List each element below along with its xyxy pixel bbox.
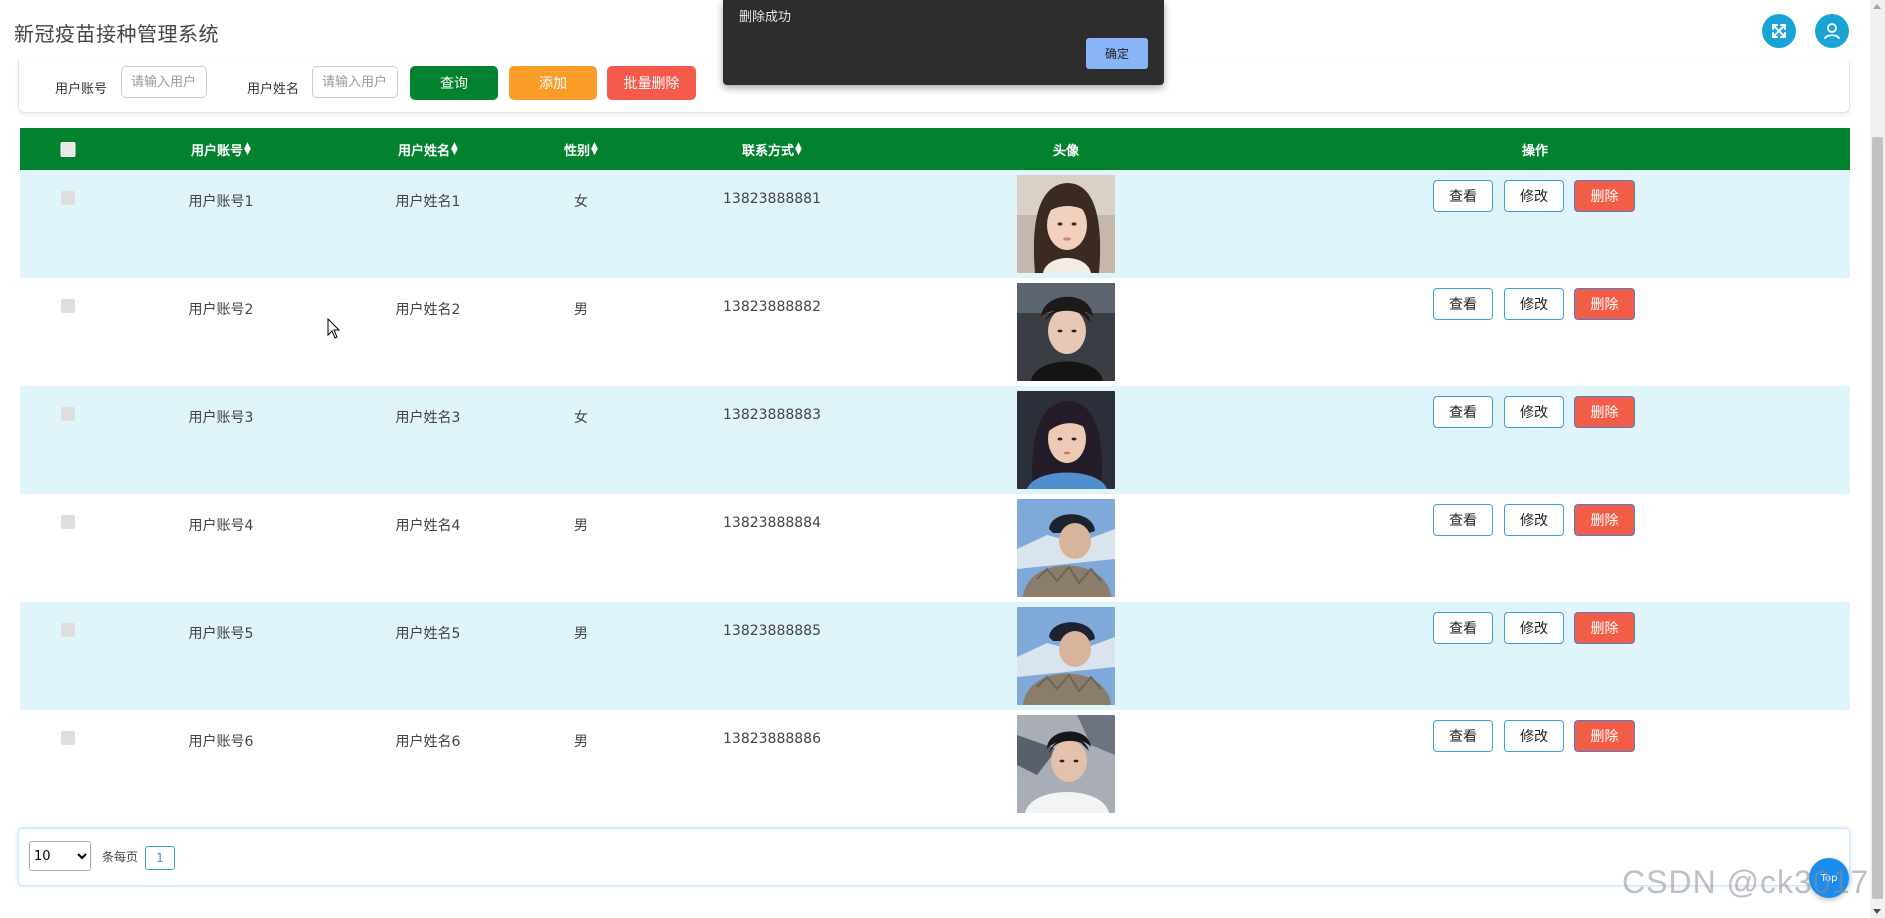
column-header-name[interactable]: 用户姓名 ▲ ▼ — [398, 128, 458, 170]
column-header-phone[interactable]: 联系方式 ▲ ▼ — [742, 128, 802, 170]
edit-button[interactable]: 修改 — [1504, 180, 1564, 212]
user-icon[interactable] — [1815, 14, 1849, 48]
delete-button[interactable]: 删除 — [1574, 720, 1635, 752]
delete-button[interactable]: 删除 — [1574, 288, 1635, 320]
scrollbar-thumb[interactable] — [1872, 137, 1883, 899]
pagination-bar: 10 条每页 1 — [18, 828, 1850, 886]
phone-cell: 13823888882 — [723, 299, 821, 315]
view-button[interactable]: 查看 — [1433, 612, 1493, 644]
avatar — [1017, 499, 1115, 597]
sort-arrows-icon: ▲ ▼ — [795, 141, 802, 157]
column-header-account[interactable]: 用户账号 ▲ ▼ — [191, 128, 251, 170]
avatar — [1017, 715, 1115, 813]
view-button[interactable]: 查看 — [1433, 396, 1493, 428]
table-row: 用户账号2 用户姓名2 男 13823888882 查看 修改 删除 — [20, 278, 1850, 386]
table-row: 用户账号3 用户姓名3 女 13823888883 查看 修改 删除 — [20, 386, 1850, 494]
gender-cell: 男 — [574, 626, 588, 642]
account-search-input[interactable] — [121, 66, 207, 98]
table-row: 用户账号6 用户姓名6 男 13823888886 查看 修改 删除 — [20, 710, 1850, 818]
delete-button[interactable]: 删除 — [1574, 180, 1635, 212]
avatar — [1017, 175, 1115, 273]
edit-button[interactable]: 修改 — [1504, 720, 1564, 752]
avatar — [1017, 283, 1115, 381]
phone-cell: 13823888885 — [723, 623, 821, 639]
view-button[interactable]: 查看 — [1433, 288, 1493, 320]
phone-cell: 13823888886 — [723, 731, 821, 747]
row-checkbox[interactable] — [61, 623, 75, 637]
query-button[interactable]: 查询 — [410, 66, 498, 100]
sort-arrows-icon: ▲ ▼ — [591, 141, 598, 157]
gender-cell: 男 — [574, 518, 588, 534]
table-row: 用户账号1 用户姓名1 女 13823888881 查看 修改 删除 — [20, 170, 1850, 278]
delete-button[interactable]: 删除 — [1574, 504, 1635, 536]
per-page-label: 条每页 — [102, 850, 139, 864]
gender-cell: 女 — [574, 410, 588, 426]
column-header-actions: 操作 — [1521, 143, 1549, 159]
avatar — [1017, 391, 1115, 489]
phone-cell: 13823888884 — [723, 515, 821, 531]
name-cell: 用户姓名5 — [395, 626, 461, 642]
sort-arrows-icon: ▲ ▼ — [451, 141, 458, 157]
name-cell: 用户姓名1 — [395, 194, 461, 210]
name-label: 用户姓名 — [247, 82, 300, 97]
account-cell: 用户账号4 — [188, 518, 254, 534]
fullscreen-icon[interactable] — [1762, 14, 1796, 48]
row-checkbox[interactable] — [61, 407, 75, 421]
page-size-select[interactable]: 10 — [29, 841, 91, 871]
row-checkbox[interactable] — [61, 299, 75, 313]
name-cell: 用户姓名3 — [395, 410, 461, 426]
app-title: 新冠疫苗接种管理系统 — [14, 22, 219, 46]
watermark: CSDN @ck3017 — [1622, 864, 1870, 900]
view-button[interactable]: 查看 — [1433, 504, 1493, 536]
gender-cell: 男 — [574, 734, 588, 750]
scroll-up-arrow-icon[interactable] — [1873, 4, 1881, 9]
phone-cell: 13823888883 — [723, 407, 821, 423]
select-all-checkbox[interactable] — [60, 142, 76, 157]
dialog-message: 删除成功 — [739, 10, 792, 25]
add-button[interactable]: 添加 — [509, 66, 597, 100]
account-cell: 用户账号5 — [188, 626, 254, 642]
delete-button[interactable]: 删除 — [1574, 612, 1635, 644]
delete-button[interactable]: 删除 — [1574, 396, 1635, 428]
edit-button[interactable]: 修改 — [1504, 504, 1564, 536]
account-label: 用户账号 — [55, 82, 108, 97]
phone-cell: 13823888881 — [723, 191, 821, 207]
edit-button[interactable]: 修改 — [1504, 288, 1564, 320]
page-container: 新冠疫苗接种管理系统 用户账号 用户姓名 查询 添加 批量删 — [0, 0, 1870, 918]
avatar — [1017, 607, 1115, 705]
table-body: 用户账号1 用户姓名1 女 13823888881 查看 修改 删除 用户账号2… — [20, 170, 1850, 818]
sort-arrows-icon: ▲ ▼ — [244, 141, 251, 157]
batch-delete-button[interactable]: 批量删除 — [607, 66, 696, 100]
row-checkbox[interactable] — [61, 191, 75, 205]
gender-cell: 女 — [574, 194, 588, 210]
user-table: 用户账号 ▲ ▼ 用户姓名 ▲ ▼ 性别 ▲ ▼ 联系方式 ▲ ▼ 头像 操作 用户账号1 用户… — [20, 128, 1850, 818]
column-header-avatar: 头像 — [1052, 143, 1080, 159]
account-cell: 用户账号2 — [188, 302, 254, 318]
name-cell: 用户姓名2 — [395, 302, 461, 318]
account-cell: 用户账号1 — [188, 194, 254, 210]
table-row: 用户账号4 用户姓名4 男 13823888884 查看 修改 删除 — [20, 494, 1850, 602]
table-row: 用户账号5 用户姓名5 男 13823888885 查看 修改 删除 — [20, 602, 1850, 710]
edit-button[interactable]: 修改 — [1504, 612, 1564, 644]
name-cell: 用户姓名4 — [395, 518, 461, 534]
page-number-button[interactable]: 1 — [145, 846, 175, 870]
table-header: 用户账号 ▲ ▼ 用户姓名 ▲ ▼ 性别 ▲ ▼ 联系方式 ▲ ▼ 头像 操作 — [20, 128, 1850, 170]
edit-button[interactable]: 修改 — [1504, 396, 1564, 428]
vertical-scrollbar[interactable] — [1870, 0, 1885, 918]
row-checkbox[interactable] — [61, 731, 75, 745]
scroll-down-arrow-icon[interactable] — [1873, 909, 1881, 914]
name-search-input[interactable] — [312, 66, 398, 98]
row-checkbox[interactable] — [61, 515, 75, 529]
mouse-cursor-icon — [327, 317, 341, 344]
name-cell: 用户姓名6 — [395, 734, 461, 750]
dialog-ok-button[interactable]: 确定 — [1086, 38, 1148, 69]
delete-success-dialog: 删除成功 确定 — [723, 0, 1164, 85]
column-header-gender[interactable]: 性别 ▲ ▼ — [564, 128, 598, 170]
account-cell: 用户账号3 — [188, 410, 254, 426]
view-button[interactable]: 查看 — [1433, 720, 1493, 752]
account-cell: 用户账号6 — [188, 734, 254, 750]
gender-cell: 男 — [574, 302, 588, 318]
view-button[interactable]: 查看 — [1433, 180, 1493, 212]
